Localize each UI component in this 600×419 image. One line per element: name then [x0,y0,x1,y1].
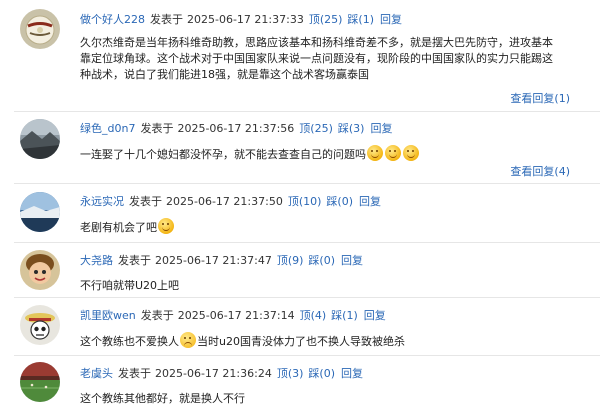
username[interactable]: 大尧路 [80,254,113,267]
downvote-button[interactable]: 踩(0) [326,195,353,208]
reply-button[interactable]: 回复 [370,122,392,135]
username[interactable]: 绿色_d0n7 [80,122,135,135]
comment-meta: 绿色_d0n7 发表于 2025-06-17 21:37:56 顶(25) 踩(3) 回复 [80,121,586,137]
smiley-icon [385,145,401,161]
username[interactable]: 凯里欧wen [80,309,136,322]
posted-label: 发表于 [140,122,174,135]
stadium-icon [20,362,60,402]
comment-text-line: 靠定位球角球。这个战术对于中国国家队来说一点问题没有，现阶段的中国国家队的实力只… [80,52,553,65]
comment-text-body: 一连娶了十几个媳妇都没怀孕，就不能去查查自己的问题吗 [80,148,366,161]
downvote-button[interactable]: 踩(0) [308,254,335,267]
avatar[interactable] [20,192,60,232]
timestamp: 2025-06-17 21:36:24 [155,367,272,380]
avatar[interactable] [20,305,60,345]
reply-button[interactable]: 回复 [359,195,381,208]
comment-text: 不行咱就带U20上吧 [80,277,586,294]
landscape-icon [20,192,60,232]
smiley-icon [367,145,383,161]
comment-meta: 凯里欧wen 发表于 2025-06-17 21:37:14 顶(4) 踩(1) 回复 [80,308,586,324]
upvote-button[interactable]: 顶(25) [299,122,333,135]
comment-meta: 做个好人228 发表于 2025-06-17 21:37:33 顶(25) 踩(1) 回复 [80,12,586,28]
upvote-button[interactable]: 顶(25) [309,13,343,26]
timestamp: 2025-06-17 21:37:50 [166,195,283,208]
comment-meta: 永远实况 发表于 2025-06-17 21:37:50 顶(10) 踩(0) 回复 [80,194,586,210]
reply-button[interactable]: 回复 [341,254,363,267]
upvote-button[interactable]: 顶(9) [277,254,304,267]
posted-label: 发表于 [140,309,174,322]
downvote-button[interactable]: 踩(3) [338,122,365,135]
comment-list: 做个好人228 发表于 2025-06-17 21:37:33 顶(25) 踩(1) 回复… [0,0,600,419]
posted-label: 发表于 [150,13,183,26]
crying-emoji-icon [180,332,196,348]
comment-text: 这个教练也不爱换人 当时u20国青没体力了也不换人导致被绝杀 [80,332,586,350]
downvote-button[interactable]: 踩(0) [308,367,335,380]
posted-label: 发表于 [118,367,151,380]
smiley-icon [403,145,419,161]
username[interactable]: 永远实况 [80,195,124,208]
smiley-icon [158,218,174,234]
comment-item: 大尧路 发表于 2025-06-17 21:37:47 顶(9) 踩(0) 回复 不行咱就… [0,243,600,297]
avatar[interactable] [20,362,60,402]
skull-icon [20,305,60,345]
comment-text-body: 这个教练也不爱换人 [80,335,179,348]
avatar[interactable] [20,9,60,49]
view-replies-link[interactable]: 查看回复(1) [510,90,570,106]
comment-item: 凯里欧wen 发表于 2025-06-17 21:37:14 顶(4) 踩(1) 回复 这… [0,298,600,354]
username[interactable]: 老虞头 [80,367,113,380]
reply-button[interactable]: 回复 [341,367,363,380]
comment-text: 久尔杰维奇是当年扬科维奇助教，思路应该基本和扬科维奇差不多，就是摆大巴先防守，进… [80,35,586,83]
view-replies-link[interactable]: 查看回复(4) [510,163,570,179]
football-icon [20,9,60,49]
reply-button[interactable]: 回复 [364,309,386,322]
child-face-icon [20,250,60,290]
comment-text: 老剧有机会了吧 [80,218,586,236]
posted-label: 发表于 [129,195,162,208]
comment-item: 绿色_d0n7 发表于 2025-06-17 21:37:56 顶(25) 踩(3) 回复… [0,112,600,182]
timestamp: 2025-06-17 21:37:33 [187,13,304,26]
avatar[interactable] [20,119,60,159]
avatar[interactable] [20,250,60,290]
comment-item: 做个好人228 发表于 2025-06-17 21:37:33 顶(25) 踩(1) 回复… [0,0,600,110]
downvote-button[interactable]: 踩(1) [347,13,374,26]
timestamp: 2025-06-17 21:37:47 [155,254,272,267]
comment-text-body: 不行咱就带U20上吧 [80,279,180,292]
timestamp: 2025-06-17 21:37:14 [177,309,295,322]
comment-text-line: 久尔杰维奇是当年扬科维奇助教，思路应该基本和扬科维奇差不多，就是摆大巴先防守，进… [80,36,553,49]
timestamp: 2025-06-17 21:37:56 [177,122,295,135]
landscape-icon [20,119,60,159]
comment-item: 永远实况 发表于 2025-06-17 21:37:50 顶(10) 踩(0) 回复 老剧… [0,184,600,242]
comment-text-line: 种战术，说白了我们能进18强，就是靠这个战术客场赢泰国 [80,68,369,81]
comment-item: 老虞头 发表于 2025-06-17 21:36:24 顶(3) 踩(0) 回复 这个教练… [0,356,600,419]
upvote-button[interactable]: 顶(4) [300,309,327,322]
comment-text-body: 这个教练其他都好，就是换人不行 [80,392,245,405]
comment-meta: 老虞头 发表于 2025-06-17 21:36:24 顶(3) 踩(0) 回复 [80,366,586,382]
upvote-button[interactable]: 顶(3) [277,367,304,380]
comment-meta: 大尧路 发表于 2025-06-17 21:37:47 顶(9) 踩(0) 回复 [80,253,586,269]
username[interactable]: 做个好人228 [80,13,145,26]
comment-text-body: 当时u20国青没体力了也不换人导致被绝杀 [197,335,405,348]
reply-button[interactable]: 回复 [380,13,402,26]
comment-text: 这个教练其他都好，就是换人不行 [80,390,586,407]
posted-label: 发表于 [118,254,151,267]
comment-text: 一连娶了十几个媳妇都没怀孕，就不能去查查自己的问题吗 [80,145,586,163]
comment-text-body: 老剧有机会了吧 [80,221,157,234]
downvote-button[interactable]: 踩(1) [331,309,358,322]
upvote-button[interactable]: 顶(10) [288,195,322,208]
